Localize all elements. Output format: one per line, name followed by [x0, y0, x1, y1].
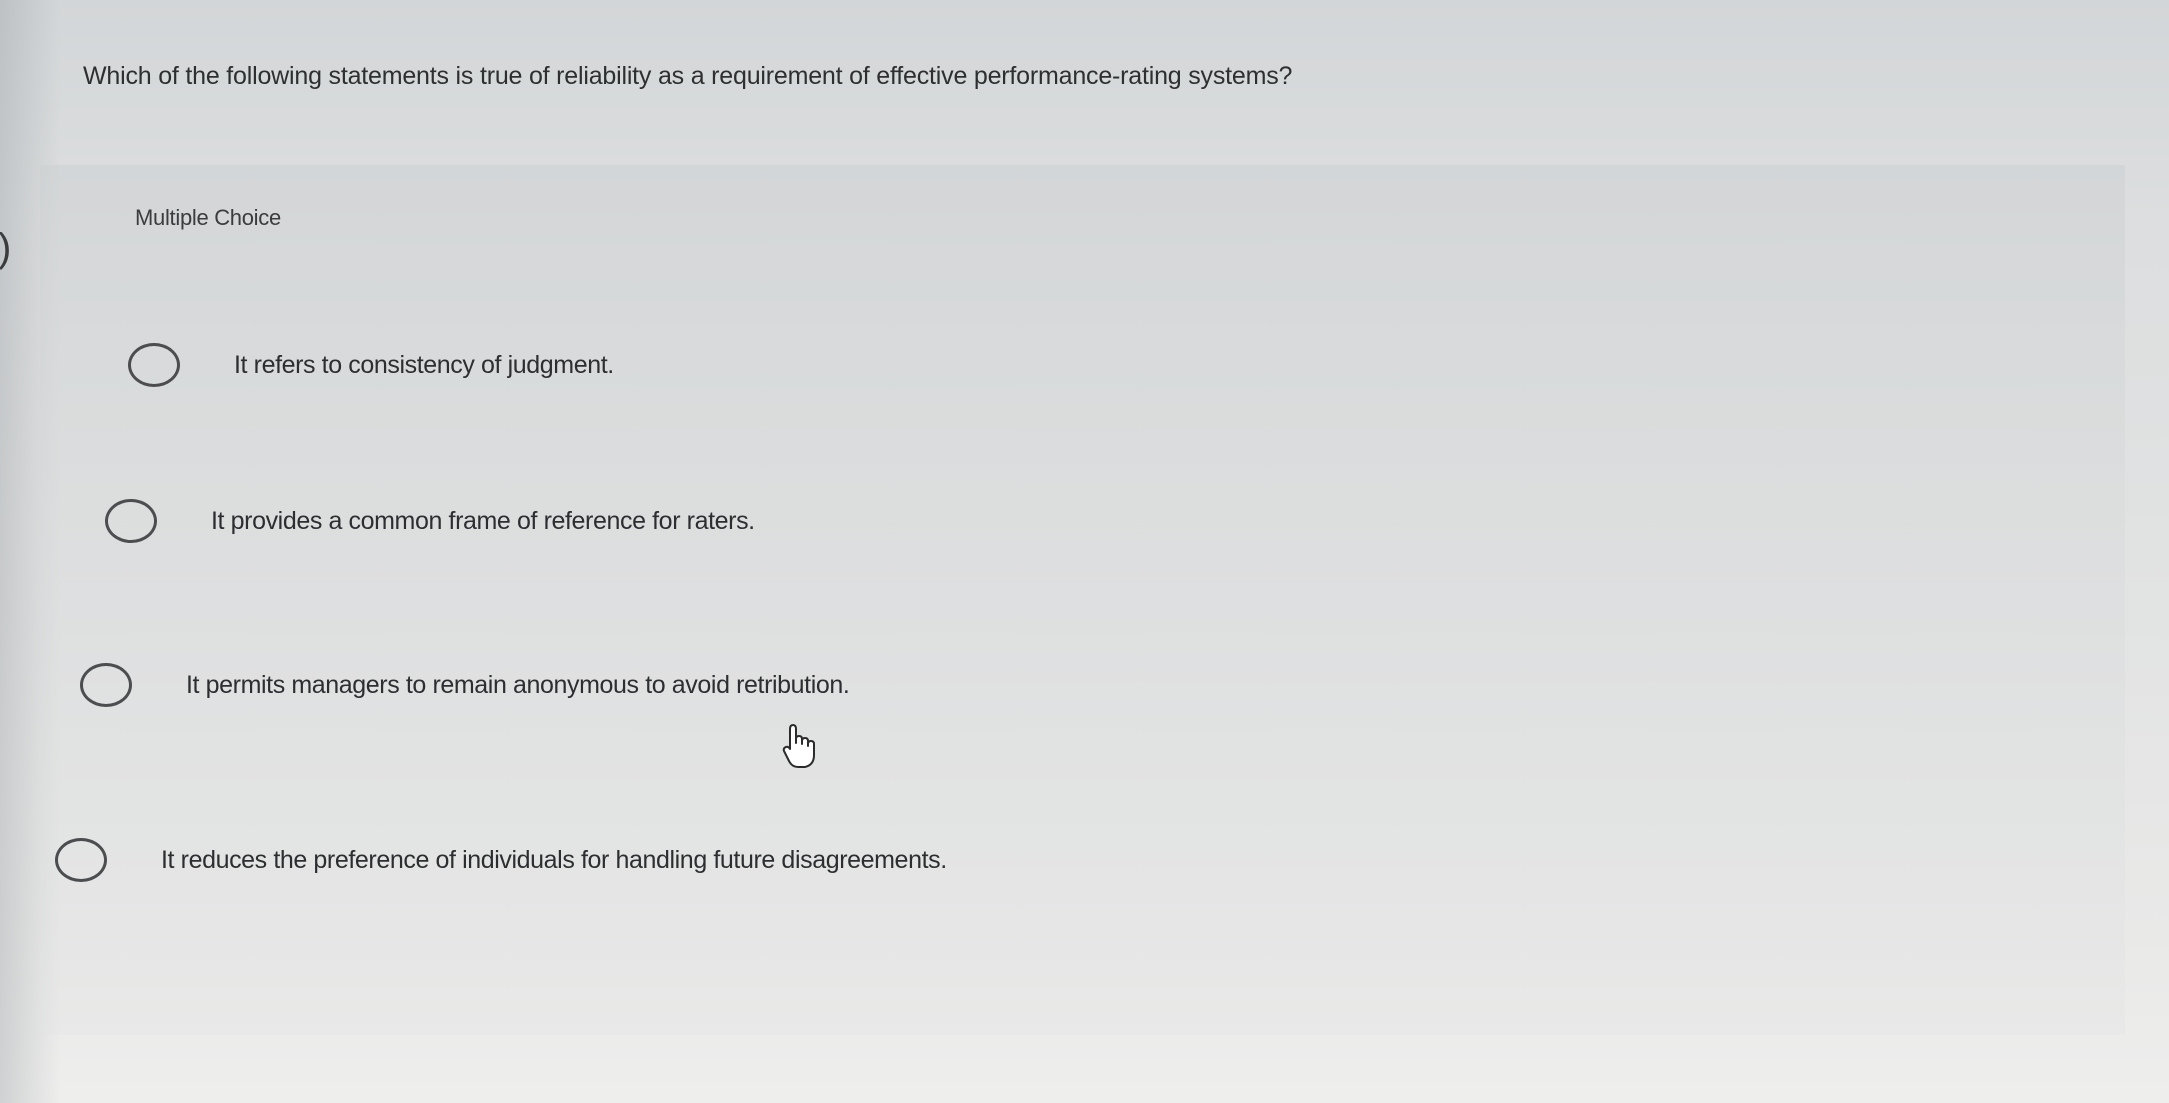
question-type-label: Multiple Choice [135, 205, 281, 230]
hand-pointer-icon [782, 724, 815, 768]
answer-option-4[interactable]: It reduces the preference of individuals… [55, 838, 947, 882]
answer-option-2[interactable]: It provides a common frame of reference … [105, 499, 755, 543]
answer-panel [40, 165, 2125, 1035]
answer-option-label: It provides a common frame of reference … [211, 506, 755, 535]
radio-button[interactable] [128, 343, 180, 387]
answer-option-1[interactable]: It refers to consistency of judgment. [128, 343, 614, 387]
radio-button[interactable] [105, 499, 157, 543]
answer-option-label: It reduces the preference of individuals… [161, 845, 947, 874]
answer-option-label: It permits managers to remain anonymous … [186, 670, 850, 699]
radio-button[interactable] [55, 838, 107, 882]
answer-option-label: It refers to consistency of judgment. [234, 350, 614, 379]
radio-button[interactable] [80, 663, 132, 707]
question-prompt: Which of the following statements is tru… [83, 62, 1293, 90]
answer-option-3[interactable]: It permits managers to remain anonymous … [80, 663, 850, 707]
chevron-left-icon[interactable]: ) [0, 228, 11, 268]
